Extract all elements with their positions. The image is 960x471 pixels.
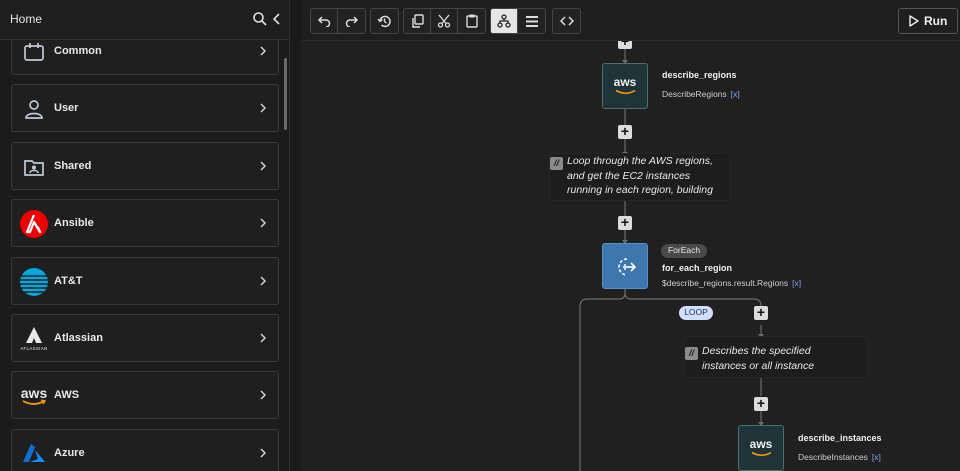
revision-history-button[interactable] (371, 9, 398, 33)
run-button-label: Run (924, 14, 948, 28)
code-icon (559, 16, 574, 26)
run-button[interactable]: Run (898, 8, 958, 34)
integration-list: Common User Shared Ansible AT&T ATLASSIA… (11, 27, 279, 471)
node-title: describe_instances (798, 433, 882, 443)
paste-button[interactable] (458, 9, 485, 33)
shared-folder-icon (18, 151, 50, 183)
sidebar-item-label: Ansible (54, 217, 94, 230)
code-view-button[interactable] (553, 9, 580, 33)
sidebar: Home Common User Shared Ansible AT&T ATL… (0, 0, 290, 471)
atlassian-logo-text: ATLASSIAN (20, 346, 48, 352)
add-step-button[interactable]: + (618, 41, 632, 49)
flow-tree-icon (497, 14, 511, 28)
code-group (552, 8, 581, 34)
aws-logo-text: aws (20, 384, 48, 401)
atlassian-logo: ATLASSIAN (18, 323, 50, 355)
node-title: describe_regions (662, 70, 737, 80)
node-subtitle: DescribeInstances [x] (798, 452, 881, 462)
redo-icon (345, 16, 358, 27)
toolbar: Run (301, 0, 960, 41)
sidebar-scrollbar[interactable] (284, 58, 287, 130)
ansible-logo (18, 208, 50, 240)
flow-layout-button[interactable] (491, 9, 518, 33)
clipboard-icon (465, 14, 478, 28)
chevron-right-icon (260, 46, 267, 56)
sidebar-item-label: Common (54, 45, 102, 57)
clipboard-group (403, 8, 486, 34)
aws-smile-icon (751, 451, 772, 457)
sidebar-item-label: User (54, 102, 79, 115)
att-logo (18, 266, 50, 298)
describe-regions-node[interactable]: aws (602, 63, 648, 109)
aws-logo-text: aws (613, 75, 637, 89)
collapse-sidebar-icon[interactable] (269, 11, 285, 27)
sidebar-header: Home (0, 0, 289, 40)
chevron-right-icon (260, 448, 267, 458)
comment-text: Loop through the AWS regions, and get th… (567, 155, 713, 196)
loop-badge: LOOP (679, 306, 713, 320)
calendar-icon (18, 36, 50, 68)
sidebar-item-att[interactable]: AT&T (11, 256, 279, 305)
node-subtitle: DescribeRegions [x] (662, 89, 740, 99)
workflow-canvas[interactable]: + aws describe_regions DescribeRegions [x… (301, 41, 960, 471)
undo-icon (317, 16, 331, 27)
sidebar-item-azure[interactable]: Azure (11, 428, 279, 471)
sidebar-item-aws[interactable]: aws AWS (11, 371, 279, 420)
chevron-right-icon (260, 103, 267, 113)
search-icon[interactable] (252, 11, 268, 27)
list-icon (525, 15, 538, 27)
copy-button[interactable] (404, 9, 431, 33)
sidebar-item-label: Shared (54, 159, 92, 172)
add-step-button[interactable]: + (754, 305, 768, 320)
comment-text: Describes the specified instances or all… (702, 345, 815, 372)
sidebar-item-atlassian[interactable]: ATLASSIAN Atlassian (11, 313, 279, 362)
variable-button[interactable]: [x] (872, 452, 881, 462)
for-each-region-node[interactable] (602, 243, 648, 289)
variable-button[interactable]: [x] (731, 89, 740, 99)
aws-logo-text: aws (749, 437, 773, 451)
node-title: for_each_region (662, 263, 733, 273)
redo-button[interactable] (338, 9, 365, 33)
comment-icon: // (685, 347, 698, 360)
layout-group (490, 8, 546, 34)
sidebar-item-shared[interactable]: Shared (11, 141, 279, 190)
play-icon (909, 15, 919, 27)
copy-icon (411, 14, 424, 28)
app-window: Home Common User Shared Ansible AT&T ATL… (0, 0, 960, 471)
revision-group (370, 8, 399, 34)
cut-button[interactable] (431, 9, 458, 33)
undo-button[interactable] (311, 9, 338, 33)
chevron-right-icon (260, 161, 267, 171)
sidebar-title: Home (10, 12, 43, 26)
sidebar-item-label: AT&T (54, 274, 83, 287)
sidebar-item-ansible[interactable]: Ansible (11, 199, 279, 248)
sidebar-item-label: Azure (54, 446, 85, 459)
chevron-right-icon (260, 276, 267, 286)
history-group (310, 8, 366, 34)
node-subtitle: $describe_regions.result.Regions [x] (662, 278, 802, 288)
add-step-button[interactable]: + (618, 124, 632, 139)
aws-logo: aws (18, 380, 50, 412)
comment-note[interactable]: // Describes the specified instances or … (685, 337, 867, 377)
aws-smile-icon (615, 89, 636, 95)
add-step-button[interactable]: + (618, 215, 632, 230)
variable-button[interactable]: [x] (792, 278, 801, 288)
user-icon (18, 93, 50, 125)
sidebar-item-label: AWS (54, 389, 80, 402)
azure-logo (18, 438, 50, 470)
scissors-icon (437, 14, 451, 28)
history-icon (377, 15, 391, 27)
sidebar-item-user[interactable]: User (11, 84, 279, 133)
chevron-right-icon (260, 218, 267, 228)
list-layout-button[interactable] (518, 9, 545, 33)
sidebar-item-label: Atlassian (54, 331, 103, 344)
describe-instances-node[interactable]: aws (738, 425, 784, 471)
foreach-badge: ForEach (661, 244, 707, 258)
chevron-right-icon (260, 333, 267, 343)
comment-icon: // (550, 157, 563, 170)
comment-note[interactable]: // Loop through the AWS regions, and get… (550, 154, 730, 200)
chevron-right-icon (260, 390, 267, 400)
add-step-button[interactable]: + (754, 396, 768, 411)
loop-icon (618, 258, 637, 276)
